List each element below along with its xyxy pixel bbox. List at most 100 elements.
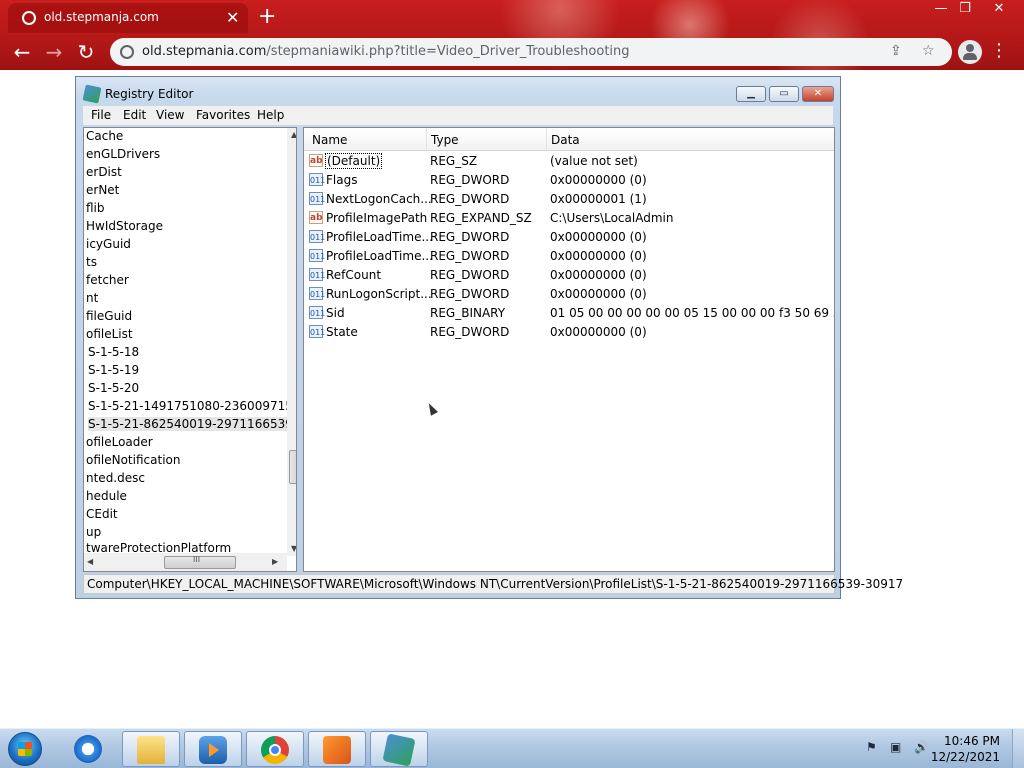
address-bar[interactable]: old.stepmania.com/stepmaniawiki.php?titl… xyxy=(110,38,952,66)
tree-item[interactable]: erDist xyxy=(86,165,122,179)
column-header-name[interactable]: Name xyxy=(312,133,347,147)
menu-favorites[interactable]: Favorites xyxy=(196,108,250,122)
address-url[interactable]: old.stepmania.com/stepmaniawiki.php?titl… xyxy=(142,44,630,59)
tree-item[interactable]: Cache xyxy=(86,129,123,143)
value-data: 0x00000000 (0) xyxy=(550,230,647,244)
volume-icon[interactable]: 🔊 xyxy=(914,740,929,754)
menu-edit[interactable]: Edit xyxy=(123,108,146,122)
taskbar-app-button[interactable] xyxy=(308,731,366,767)
taskbar-chrome-button[interactable] xyxy=(246,731,304,767)
system-clock[interactable]: 10:46 PM 12/22/2021 xyxy=(930,733,1000,765)
registry-value-row[interactable]: 011 ProfileLoadTime... REG_DWORD 0x00000… xyxy=(304,228,834,247)
tree-item[interactable]: twareProtectionPlatform xyxy=(86,541,231,553)
values-list-pane[interactable]: Name Type Data ab (Default) REG_SZ (valu… xyxy=(303,127,835,572)
tree-item[interactable]: fileGuid xyxy=(86,309,132,323)
menu-file[interactable]: File xyxy=(91,108,111,122)
tree-item[interactable]: S-1-5-20 xyxy=(88,381,139,395)
value-type: REG_DWORD xyxy=(430,230,510,244)
window-minimize-button[interactable]: — xyxy=(928,0,954,18)
back-button[interactable]: ← xyxy=(10,40,34,64)
tab-title: old.stepmanja.com xyxy=(44,10,159,24)
window-maximize-button[interactable]: ❐ xyxy=(952,0,978,18)
tree-horizontal-scrollbar[interactable]: ◀ III ▶ xyxy=(84,553,287,571)
tree-item[interactable]: up xyxy=(86,525,101,539)
tree-item[interactable]: HwIdStorage xyxy=(86,219,163,233)
binary-value-icon: 011 xyxy=(309,306,325,319)
taskbar-explorer-button[interactable] xyxy=(122,731,180,767)
forward-button[interactable]: → xyxy=(42,40,66,64)
tree-item[interactable]: erNet xyxy=(86,183,119,197)
regedit-maximize-button[interactable]: ▭ xyxy=(769,86,799,102)
browser-tab[interactable]: old.stepmanja.com ✕ xyxy=(8,3,248,33)
value-type: REG_EXPAND_SZ xyxy=(430,211,532,225)
binary-value-icon: 011 xyxy=(309,192,325,205)
site-info-icon[interactable] xyxy=(120,45,134,59)
tree-vscroll-thumb[interactable] xyxy=(289,450,296,484)
tree-item[interactable]: CEdit xyxy=(86,507,118,521)
tree-item[interactable]: nted.desc xyxy=(86,471,145,485)
column-header-data[interactable]: Data xyxy=(551,133,580,147)
tree-item[interactable]: nt xyxy=(86,291,98,305)
action-center-icon[interactable]: ⚑ xyxy=(866,740,880,754)
taskbar-media-player-button[interactable] xyxy=(184,731,242,767)
scroll-right-icon[interactable]: ▶ xyxy=(272,557,278,566)
new-tab-button[interactable]: + xyxy=(258,4,276,29)
bookmark-star-icon[interactable]: ☆ xyxy=(922,43,935,59)
tab-close-icon[interactable]: ✕ xyxy=(226,8,239,27)
profile-avatar[interactable] xyxy=(958,40,982,64)
menu-help[interactable]: Help xyxy=(257,108,284,122)
registry-value-row[interactable]: 011 Sid REG_BINARY 01 05 00 00 00 00 00 … xyxy=(304,304,834,323)
registry-value-row[interactable]: 011 State REG_DWORD 0x00000000 (0) xyxy=(304,323,834,342)
tree-item[interactable]: ts xyxy=(86,255,97,269)
regedit-minimize-button[interactable]: ▁ xyxy=(736,86,766,102)
registry-value-row[interactable]: 011 Flags REG_DWORD 0x00000000 (0) xyxy=(304,171,834,190)
tree-item-selected[interactable]: S-1-5-21-862540019-2971166539-309 xyxy=(88,417,296,431)
tree-item[interactable]: S-1-5-18 xyxy=(88,345,139,359)
column-header-type[interactable]: Type xyxy=(431,133,459,147)
share-icon[interactable]: ⇪ xyxy=(890,43,902,59)
window-close-button[interactable]: ✕ xyxy=(986,0,1012,18)
registry-value-row[interactable]: 011 ProfileLoadTime... REG_DWORD 0x00000… xyxy=(304,247,834,266)
tree-item[interactable]: ofileList xyxy=(86,327,133,341)
tree-vertical-scrollbar[interactable]: ▲ ▼ xyxy=(287,128,296,556)
scroll-down-icon[interactable]: ▼ xyxy=(291,544,296,553)
browser-menu-icon[interactable]: ⋮ xyxy=(990,40,1008,61)
tree-item[interactable]: ofileLoader xyxy=(86,435,153,449)
scroll-left-icon[interactable]: ◀ xyxy=(87,557,93,566)
tree-item[interactable]: S-1-5-19 xyxy=(88,363,139,377)
registry-editor-icon xyxy=(382,733,416,767)
column-separator[interactable] xyxy=(426,128,427,150)
registry-value-row[interactable]: ab (Default) REG_SZ (value not set) xyxy=(304,152,834,171)
registry-value-row[interactable]: 011 NextLogonCach... REG_DWORD 0x0000000… xyxy=(304,190,834,209)
registry-value-row[interactable]: 011 RefCount REG_DWORD 0x00000000 (0) xyxy=(304,266,834,285)
tree-item[interactable]: S-1-5-21-1491751080-2360097156-17( xyxy=(88,399,296,413)
column-separator[interactable] xyxy=(546,128,547,150)
value-name: ProfileLoadTime... xyxy=(326,230,433,244)
network-icon[interactable]: ▣ xyxy=(890,740,904,754)
reload-button[interactable]: ↻ xyxy=(74,40,98,64)
taskbar-regedit-button[interactable] xyxy=(370,731,428,767)
value-name: RefCount xyxy=(326,268,382,282)
scroll-up-icon[interactable]: ▲ xyxy=(291,130,296,139)
tree-item[interactable]: ofileNotification xyxy=(86,453,180,467)
menu-view[interactable]: View xyxy=(156,108,184,122)
tree-hscroll-thumb[interactable]: III xyxy=(164,555,236,569)
menu-bar: File Edit View Favorites Help xyxy=(83,106,833,125)
regedit-close-button[interactable]: ✕ xyxy=(802,86,834,102)
value-type: REG_DWORD xyxy=(430,287,510,301)
tree-item[interactable]: enGLDrivers xyxy=(86,147,160,161)
show-desktop-button[interactable] xyxy=(1012,729,1024,768)
tree-item[interactable]: icyGuid xyxy=(86,237,131,251)
binary-value-icon: 011 xyxy=(309,325,325,338)
tree-item[interactable]: fetcher xyxy=(86,273,129,287)
registry-value-row[interactable]: ab ProfileImagePath REG_EXPAND_SZ C:\Use… xyxy=(304,209,834,228)
key-tree-pane[interactable]: Cache enGLDrivers erDist erNet flib HwId… xyxy=(83,127,297,572)
start-button[interactable] xyxy=(8,732,42,766)
registry-value-row[interactable]: 011 RunLogonScript... REG_DWORD 0x000000… xyxy=(304,285,834,304)
tree-item[interactable]: hedule xyxy=(86,489,127,503)
tree-item[interactable]: flib xyxy=(86,201,105,215)
registry-editor-titlebar[interactable]: Registry Editor ▁ ▭ ✕ xyxy=(76,77,840,107)
value-name: Flags xyxy=(326,173,358,187)
value-data: 0x00000000 (0) xyxy=(550,268,647,282)
taskbar-ie-button[interactable] xyxy=(60,731,118,767)
